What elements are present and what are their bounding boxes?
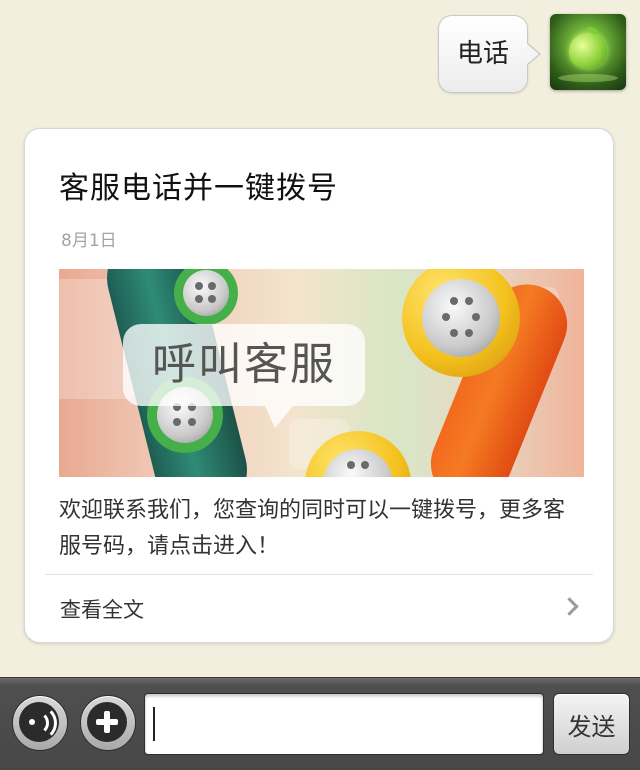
article-title: 客服电话并一键拨号	[59, 171, 338, 206]
more-options-button[interactable]	[80, 695, 136, 751]
plus-icon	[87, 702, 127, 742]
sent-message-row: 电话	[437, 14, 626, 93]
banner-text: 呼叫客服	[152, 339, 336, 390]
chevron-right-icon	[560, 597, 579, 616]
user-avatar[interactable]	[550, 14, 626, 90]
article-date: 8月1日	[61, 231, 117, 251]
chat-input-toolbar: 发送	[0, 677, 640, 770]
voice-input-button[interactable]	[12, 695, 68, 751]
article-banner-image[interactable]: 呼叫客服	[59, 269, 584, 477]
send-button[interactable]: 发送	[553, 693, 630, 755]
article-card[interactable]: 客服电话并一键拨号 8月1日 呼叫客服 欢迎联系我们，您查询的同时可以一键拨号，…	[24, 128, 614, 643]
earpiece-icon	[183, 270, 229, 316]
voice-wave-icon	[19, 702, 59, 742]
read-full-article-link[interactable]: 查看全文	[25, 575, 613, 643]
sent-message-text: 电话	[456, 39, 509, 69]
earpiece-icon	[422, 279, 500, 357]
read-more-label: 查看全文	[60, 598, 144, 622]
sent-message-bubble[interactable]: 电话	[437, 15, 542, 93]
article-description: 欢迎联系我们，您查询的同时可以一键拨号，更多客服号码，请点击进入！	[59, 498, 566, 559]
message-input[interactable]	[144, 693, 544, 755]
text-cursor	[153, 707, 155, 741]
apple-icon	[569, 33, 607, 69]
banner-speech-bubble: 呼叫客服	[123, 324, 365, 428]
